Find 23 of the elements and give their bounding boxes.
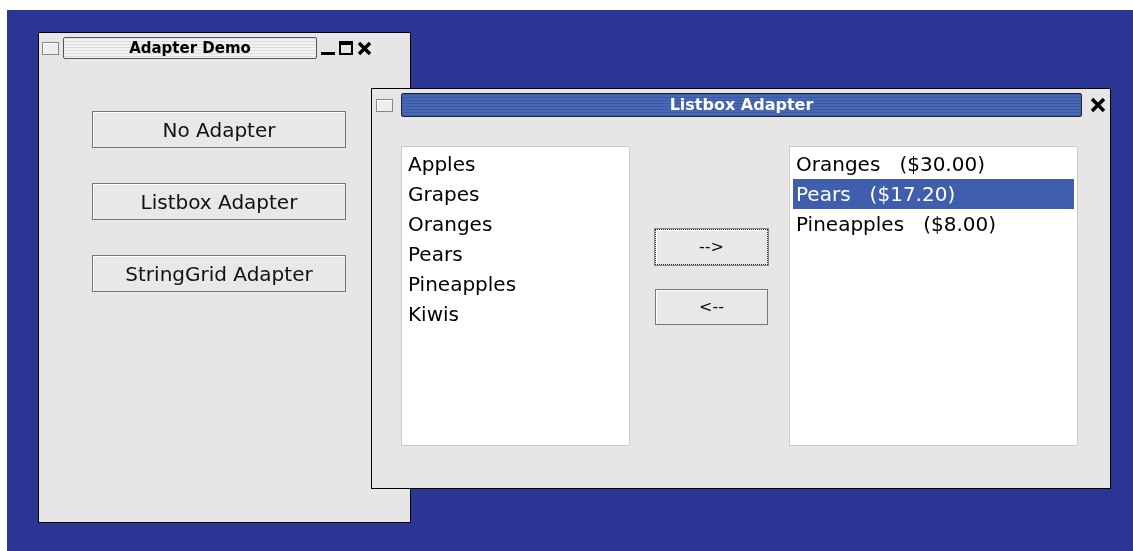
close-icon[interactable]: [1090, 97, 1106, 113]
list-item[interactable]: Pineapples: [405, 269, 626, 299]
move-button[interactable]: -->: [655, 229, 768, 265]
list-item[interactable]: Pears: [405, 239, 626, 269]
list-item[interactable]: Pineapples ($8.00): [793, 209, 1074, 239]
push-button[interactable]: Listbox Adapter: [92, 183, 346, 220]
list-item[interactable]: Oranges: [405, 209, 626, 239]
move-button[interactable]: <--: [655, 289, 768, 325]
window-menu-icon[interactable]: [376, 98, 393, 112]
list-item[interactable]: Oranges ($30.00): [793, 149, 1074, 179]
list-item[interactable]: Kiwis: [405, 299, 626, 329]
list-item[interactable]: Pears ($17.20): [793, 179, 1074, 209]
maximize-icon[interactable]: [339, 41, 353, 55]
window-title: Adapter Demo: [63, 37, 317, 59]
list-item[interactable]: Apples: [405, 149, 626, 179]
list-box[interactable]: Apples Grapes Oranges Pears Pineapples Kiwis: [401, 146, 630, 446]
list-item[interactable]: Grapes: [405, 179, 626, 209]
list-box[interactable]: Oranges ($30.00) Pears ($17.20) Pineapples ($8.00): [789, 146, 1078, 446]
push-button[interactable]: No Adapter: [92, 111, 346, 148]
window-menu-icon[interactable]: [42, 41, 59, 55]
push-button[interactable]: StringGrid Adapter: [92, 255, 346, 292]
window-title: Listbox Adapter: [401, 93, 1082, 117]
close-icon[interactable]: [357, 40, 372, 56]
